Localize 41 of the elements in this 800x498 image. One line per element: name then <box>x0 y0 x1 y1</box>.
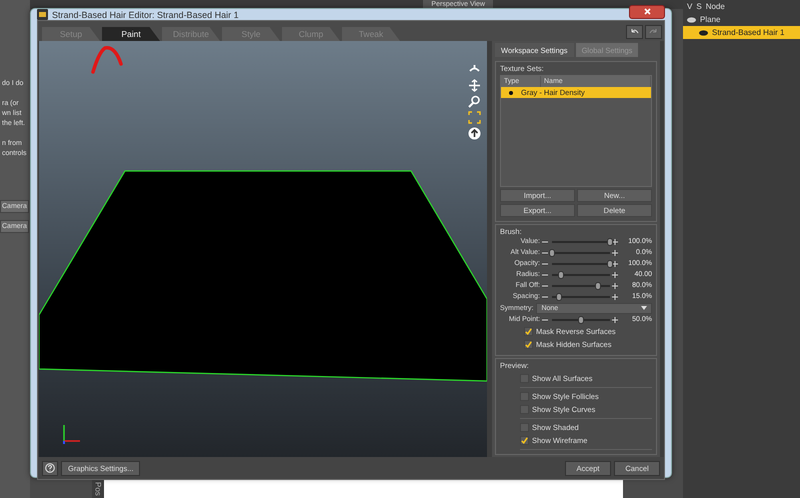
slider-thumb[interactable] <box>578 316 584 324</box>
checkbox[interactable] <box>524 340 533 349</box>
redo-icon <box>649 28 658 36</box>
scene-item[interactable]: Plane <box>683 13 800 26</box>
window-title: Strand-Based Hair Editor: Strand-Based Hair 1 <box>52 10 240 20</box>
close-button[interactable] <box>629 4 665 18</box>
axis-gizmo-icon <box>61 423 81 445</box>
up-arrow-icon[interactable] <box>468 127 481 140</box>
plus-icon[interactable] <box>612 272 618 278</box>
undo-icon <box>630 28 639 36</box>
scene-item[interactable]: Strand-Based Hair 1 <box>683 26 800 39</box>
help-icon <box>45 463 55 473</box>
checkbox[interactable] <box>524 327 533 336</box>
undo-button[interactable] <box>626 25 643 39</box>
column-header: Node <box>706 2 725 11</box>
help-button[interactable] <box>42 460 58 476</box>
close-icon <box>644 8 650 15</box>
zoom-icon[interactable] <box>468 95 481 108</box>
column-header: V <box>687 2 692 11</box>
plus-icon[interactable] <box>612 282 618 288</box>
plus-icon[interactable] <box>612 238 618 244</box>
plus-icon[interactable] <box>612 250 618 256</box>
minus-icon[interactable] <box>542 316 548 322</box>
slider-thumb[interactable] <box>607 238 613 246</box>
slider-thumb[interactable] <box>607 260 613 268</box>
column-header: S <box>696 2 702 11</box>
redo-button[interactable] <box>645 25 662 39</box>
slider-thumb[interactable] <box>549 248 555 256</box>
plus-icon[interactable] <box>612 294 618 300</box>
checkmark-icon <box>521 436 528 445</box>
dropdown-arrow-icon <box>641 306 647 310</box>
checkbox[interactable] <box>520 436 529 445</box>
move-icon[interactable] <box>468 79 481 92</box>
slider-thumb[interactable] <box>558 270 564 278</box>
tab[interactable]: Paint <box>102 27 160 41</box>
slider-thumb[interactable] <box>556 292 562 300</box>
3d-viewport[interactable] <box>39 41 487 457</box>
bullet-icon <box>509 90 513 94</box>
plus-icon[interactable] <box>612 316 618 322</box>
plus-icon[interactable] <box>612 260 618 266</box>
slider-thumb[interactable] <box>595 282 602 290</box>
